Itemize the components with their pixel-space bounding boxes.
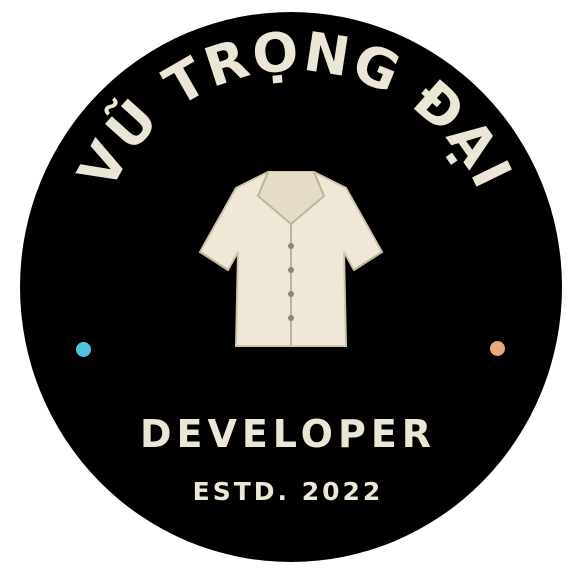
right-dot-icon — [490, 341, 505, 356]
shirt-icon — [198, 171, 384, 347]
logo-canvas: VŨ TRỌNG ĐẠI DEVELOPER ESTD. 2022 — [0, 0, 576, 576]
left-dot-icon — [76, 342, 91, 357]
role-text: DEVELOPER — [139, 412, 437, 456]
established-text: ESTD. 2022 — [192, 477, 384, 506]
